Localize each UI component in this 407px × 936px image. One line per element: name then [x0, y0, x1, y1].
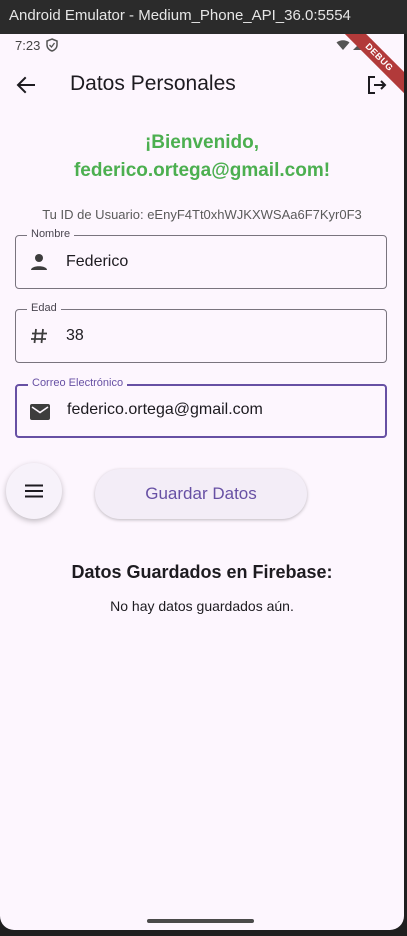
email-field[interactable]: Correo Electrónico federico.ortega@gmail… [15, 377, 387, 438]
logout-icon[interactable] [362, 70, 392, 100]
age-field-value: 38 [66, 327, 84, 344]
saved-data-empty-message: No hay datos guardados aún. [110, 598, 294, 614]
shield-icon [46, 38, 58, 55]
email-field-label: Correo Electrónico [28, 377, 128, 389]
age-field-label: Edad [27, 302, 61, 314]
emulator-window-title: Android Emulator - Medium_Phone_API_36.0… [0, 0, 407, 34]
mail-icon [29, 401, 51, 423]
saved-data-heading: Datos Guardados en Firebase: [71, 562, 333, 582]
welcome-greeting: ¡Bienvenido, [144, 132, 259, 153]
page-title: Datos Personales [70, 72, 236, 95]
name-field-value: Federico [66, 253, 129, 270]
person-icon [28, 251, 50, 273]
wifi-icon [336, 40, 350, 50]
save-data-button[interactable]: Guardar Datos [95, 469, 307, 519]
hash-icon [28, 325, 50, 347]
menu-icon [25, 484, 43, 498]
status-bar: 7:23 DEBUG [0, 34, 404, 102]
name-field-label: Nombre [27, 228, 75, 240]
welcome-email: federico.ortega@gmail.com! [73, 160, 331, 181]
app-bar: Datos Personales [0, 64, 404, 106]
home-indicator[interactable] [147, 919, 254, 923]
user-id-text: Tu ID de Usuario: eEnyF4Tt0xhWJKXWSAa6F7… [42, 207, 362, 222]
back-arrow-icon[interactable] [11, 70, 41, 100]
menu-button[interactable] [6, 463, 62, 519]
age-field[interactable]: Edad 38 [15, 302, 387, 363]
name-field[interactable]: Nombre Federico [15, 228, 387, 289]
status-time: 7:23 [15, 38, 41, 53]
phone-screen: 7:23 DEBUG Datos Personales ¡Bienvenido,… [0, 34, 404, 930]
email-field-value: federico.ortega@gmail.com [67, 401, 263, 418]
